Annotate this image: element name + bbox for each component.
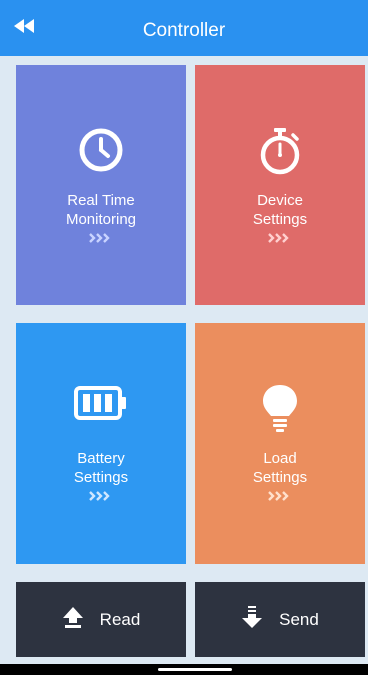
home-indicator[interactable] — [158, 668, 232, 671]
read-button[interactable]: Read — [16, 582, 186, 657]
triple-chevron-right-icon — [16, 233, 186, 243]
tile-label-line1: Battery — [77, 450, 125, 467]
battery-settings-tile[interactable]: Battery Settings — [16, 323, 186, 564]
triple-chevron-right-icon — [195, 233, 365, 243]
tile-label-line2: Settings — [252, 469, 308, 486]
tile-label: Battery Settings — [16, 449, 186, 487]
send-button[interactable]: Send — [195, 582, 365, 657]
tile-label-line1: Load — [263, 450, 297, 467]
tile-label: Device Settings — [195, 191, 365, 229]
triple-chevron-right-icon — [16, 491, 186, 501]
download-arrow-icon — [241, 605, 263, 634]
read-button-label: Read — [99, 609, 141, 629]
tile-label-line2: Settings — [73, 469, 129, 486]
upload-arrow-icon — [62, 605, 84, 634]
page-title: Controller — [142, 20, 226, 41]
load-settings-tile[interactable]: Load Settings — [195, 323, 365, 564]
real-time-monitoring-tile[interactable]: Real Time Monitoring — [16, 65, 186, 305]
tile-label-line1: Device — [257, 192, 303, 209]
lightbulb-icon — [195, 383, 365, 433]
triple-chevron-right-icon — [195, 491, 365, 501]
battery-icon — [16, 385, 186, 421]
clock-icon — [16, 127, 186, 173]
stopwatch-icon — [195, 127, 365, 175]
app-header: Controller — [0, 0, 368, 56]
system-nav-bar — [0, 664, 368, 675]
tile-label-line2: Monitoring — [65, 211, 137, 228]
tile-label-line1: Real Time — [67, 192, 135, 209]
tile-label-line2: Settings — [252, 211, 308, 228]
tile-label: Load Settings — [195, 449, 365, 487]
device-settings-tile[interactable]: Device Settings — [195, 65, 365, 305]
send-button-label: Send — [279, 609, 319, 629]
tile-label: Real Time Monitoring — [16, 191, 186, 229]
